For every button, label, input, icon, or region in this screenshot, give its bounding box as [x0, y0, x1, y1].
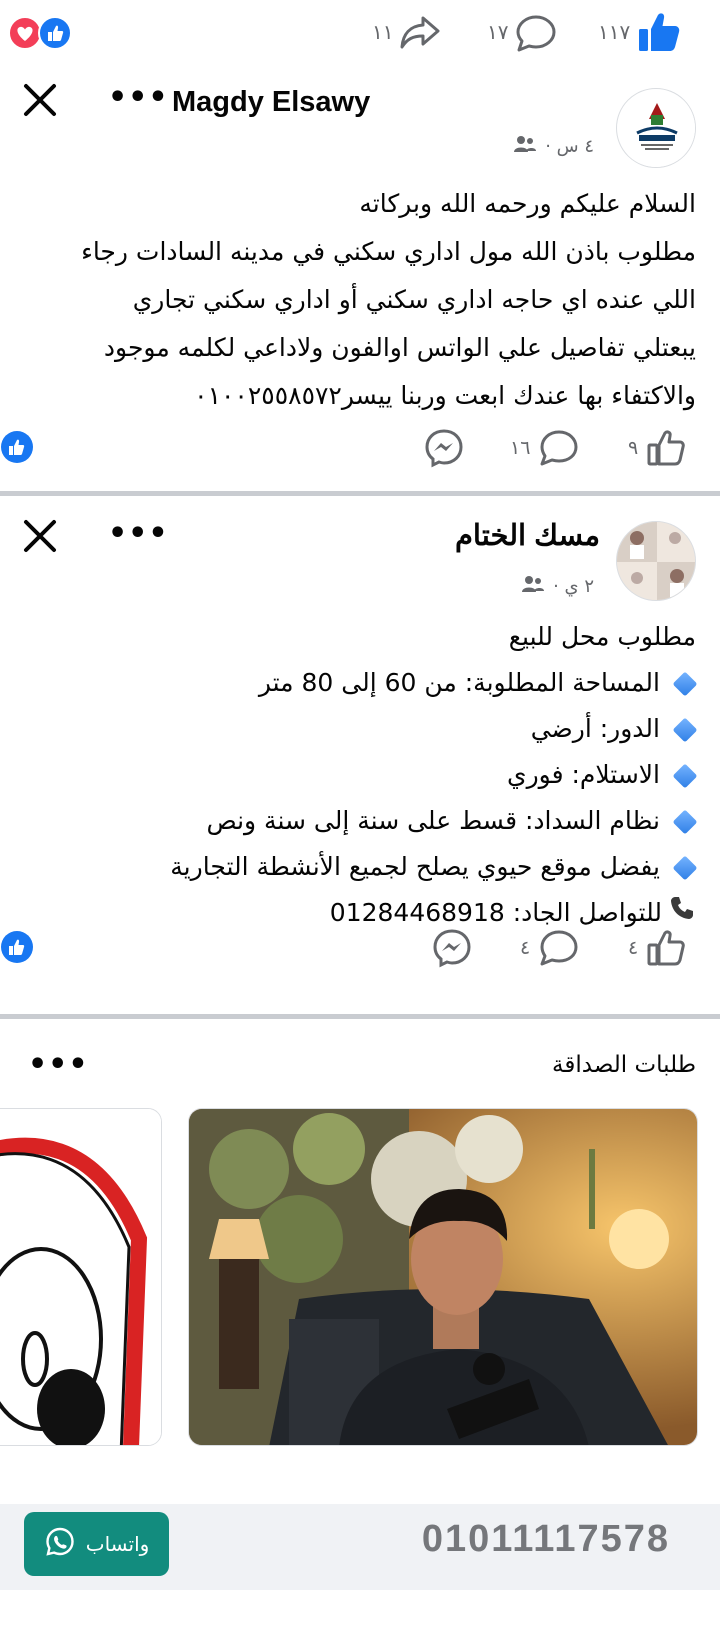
comment-button[interactable]: ٤ [520, 928, 580, 968]
bullet-line: يفضل موقع حيوي يصلح لجميع الأنشطة التجار… [170, 844, 698, 890]
close-post-button[interactable] [20, 80, 60, 120]
post-line: السلام عليكم ورحمه الله وبركاته [359, 189, 696, 218]
diamond-bullet-icon [672, 717, 698, 743]
whatsapp-button[interactable]: واتساب [24, 1512, 169, 1576]
friend-card-partial[interactable] [0, 1108, 162, 1446]
contact-phone-number[interactable]: 01011117578 [422, 1518, 670, 1561]
love-reaction-icon [8, 16, 42, 50]
close-post-button[interactable] [20, 516, 60, 556]
post-author[interactable]: مسك الختام [455, 518, 600, 553]
bullet-line: المساحة المطلوبة: من 60 إلى 80 متر [170, 660, 698, 706]
diamond-bullet-icon [672, 763, 698, 789]
post-title: مطلوب محل للبيع [508, 622, 696, 651]
likes-count: ١١٧ [598, 20, 631, 44]
like-filled-icon[interactable] [636, 10, 682, 58]
friend-card-photo[interactable] [188, 1108, 698, 1446]
whatsapp-label: واتساب [85, 1532, 150, 1556]
messenger-share-button[interactable] [432, 928, 472, 968]
bullet-line: نظام السداد: قسط على سنة إلى سنة ونص [170, 798, 698, 844]
post-divider [0, 491, 720, 496]
like-count: ٤ [628, 937, 639, 959]
post-line: مطلوب باذن الله مول اداري سكني في مدينه … [81, 237, 696, 266]
contact-bar: واتساب 01011117578 [0, 1504, 720, 1590]
like-reaction-icon [38, 16, 72, 50]
comment-button[interactable]: ١٦ [510, 428, 580, 468]
post-line: اللي عنده اي حاجه اداري سكني أو اداري سك… [132, 285, 696, 314]
diamond-bullet-icon [672, 809, 698, 835]
reaction-summary-icon[interactable] [0, 930, 34, 964]
whatsapp-icon [44, 1526, 76, 1563]
post-line: والاكتفاء بها عندك ابعت وربنا ييسر٠١٠٠٢٥… [194, 381, 696, 410]
comment-icon[interactable] [514, 12, 558, 58]
post-body: مطلوب محل للبيع المساحة المطلوبة: من 60 … [170, 614, 698, 937]
more-options-button[interactable]: ••• [108, 519, 169, 549]
comment-count: ٤ [520, 937, 531, 959]
share-icon[interactable] [398, 12, 442, 56]
more-options-button[interactable]: ••• [108, 83, 169, 113]
post-body: السلام عليكم ورحمه الله وبركاته مطلوب با… [81, 180, 696, 420]
post-time: ٢ ي · [553, 576, 594, 597]
like-button[interactable]: ٤ [628, 928, 686, 968]
friend-requests-options-button[interactable]: ••• [28, 1050, 89, 1080]
post-time: ٤ س · [545, 136, 594, 157]
reactions-bar: ١١ ١٧ ١١٧ [0, 0, 720, 70]
post-divider [0, 1014, 720, 1019]
post-line: يبعتلي تفاصيل علي الواتس اوالفون ولاداعي… [103, 333, 696, 362]
post-author[interactable]: Magdy Elsawy [172, 86, 370, 119]
post-meta: ٤ س · [513, 134, 594, 159]
shares-count: ١١ [372, 20, 394, 44]
reaction-summary-icon[interactable] [0, 430, 34, 464]
audience-friends-icon [521, 574, 545, 599]
post-actions: ٤ ٤ [0, 924, 720, 974]
author-avatar[interactable] [616, 521, 696, 601]
author-avatar[interactable] [616, 88, 696, 168]
like-count: ٩ [628, 437, 639, 459]
diamond-bullet-icon [672, 671, 698, 697]
post-actions: ١٦ ٩ [0, 424, 720, 474]
comment-count: ١٦ [510, 437, 531, 459]
friend-requests-title: طلبات الصداقة [552, 1052, 696, 1078]
bullet-line: الاستلام: فوري [170, 752, 698, 798]
diamond-bullet-icon [672, 855, 698, 881]
bullet-line: الدور: أرضي [170, 706, 698, 752]
post-meta: ٢ ي · [521, 574, 594, 599]
audience-friends-icon [513, 134, 537, 159]
like-button[interactable]: ٩ [628, 428, 686, 468]
messenger-share-button[interactable] [424, 428, 464, 468]
comments-count: ١٧ [487, 20, 509, 44]
